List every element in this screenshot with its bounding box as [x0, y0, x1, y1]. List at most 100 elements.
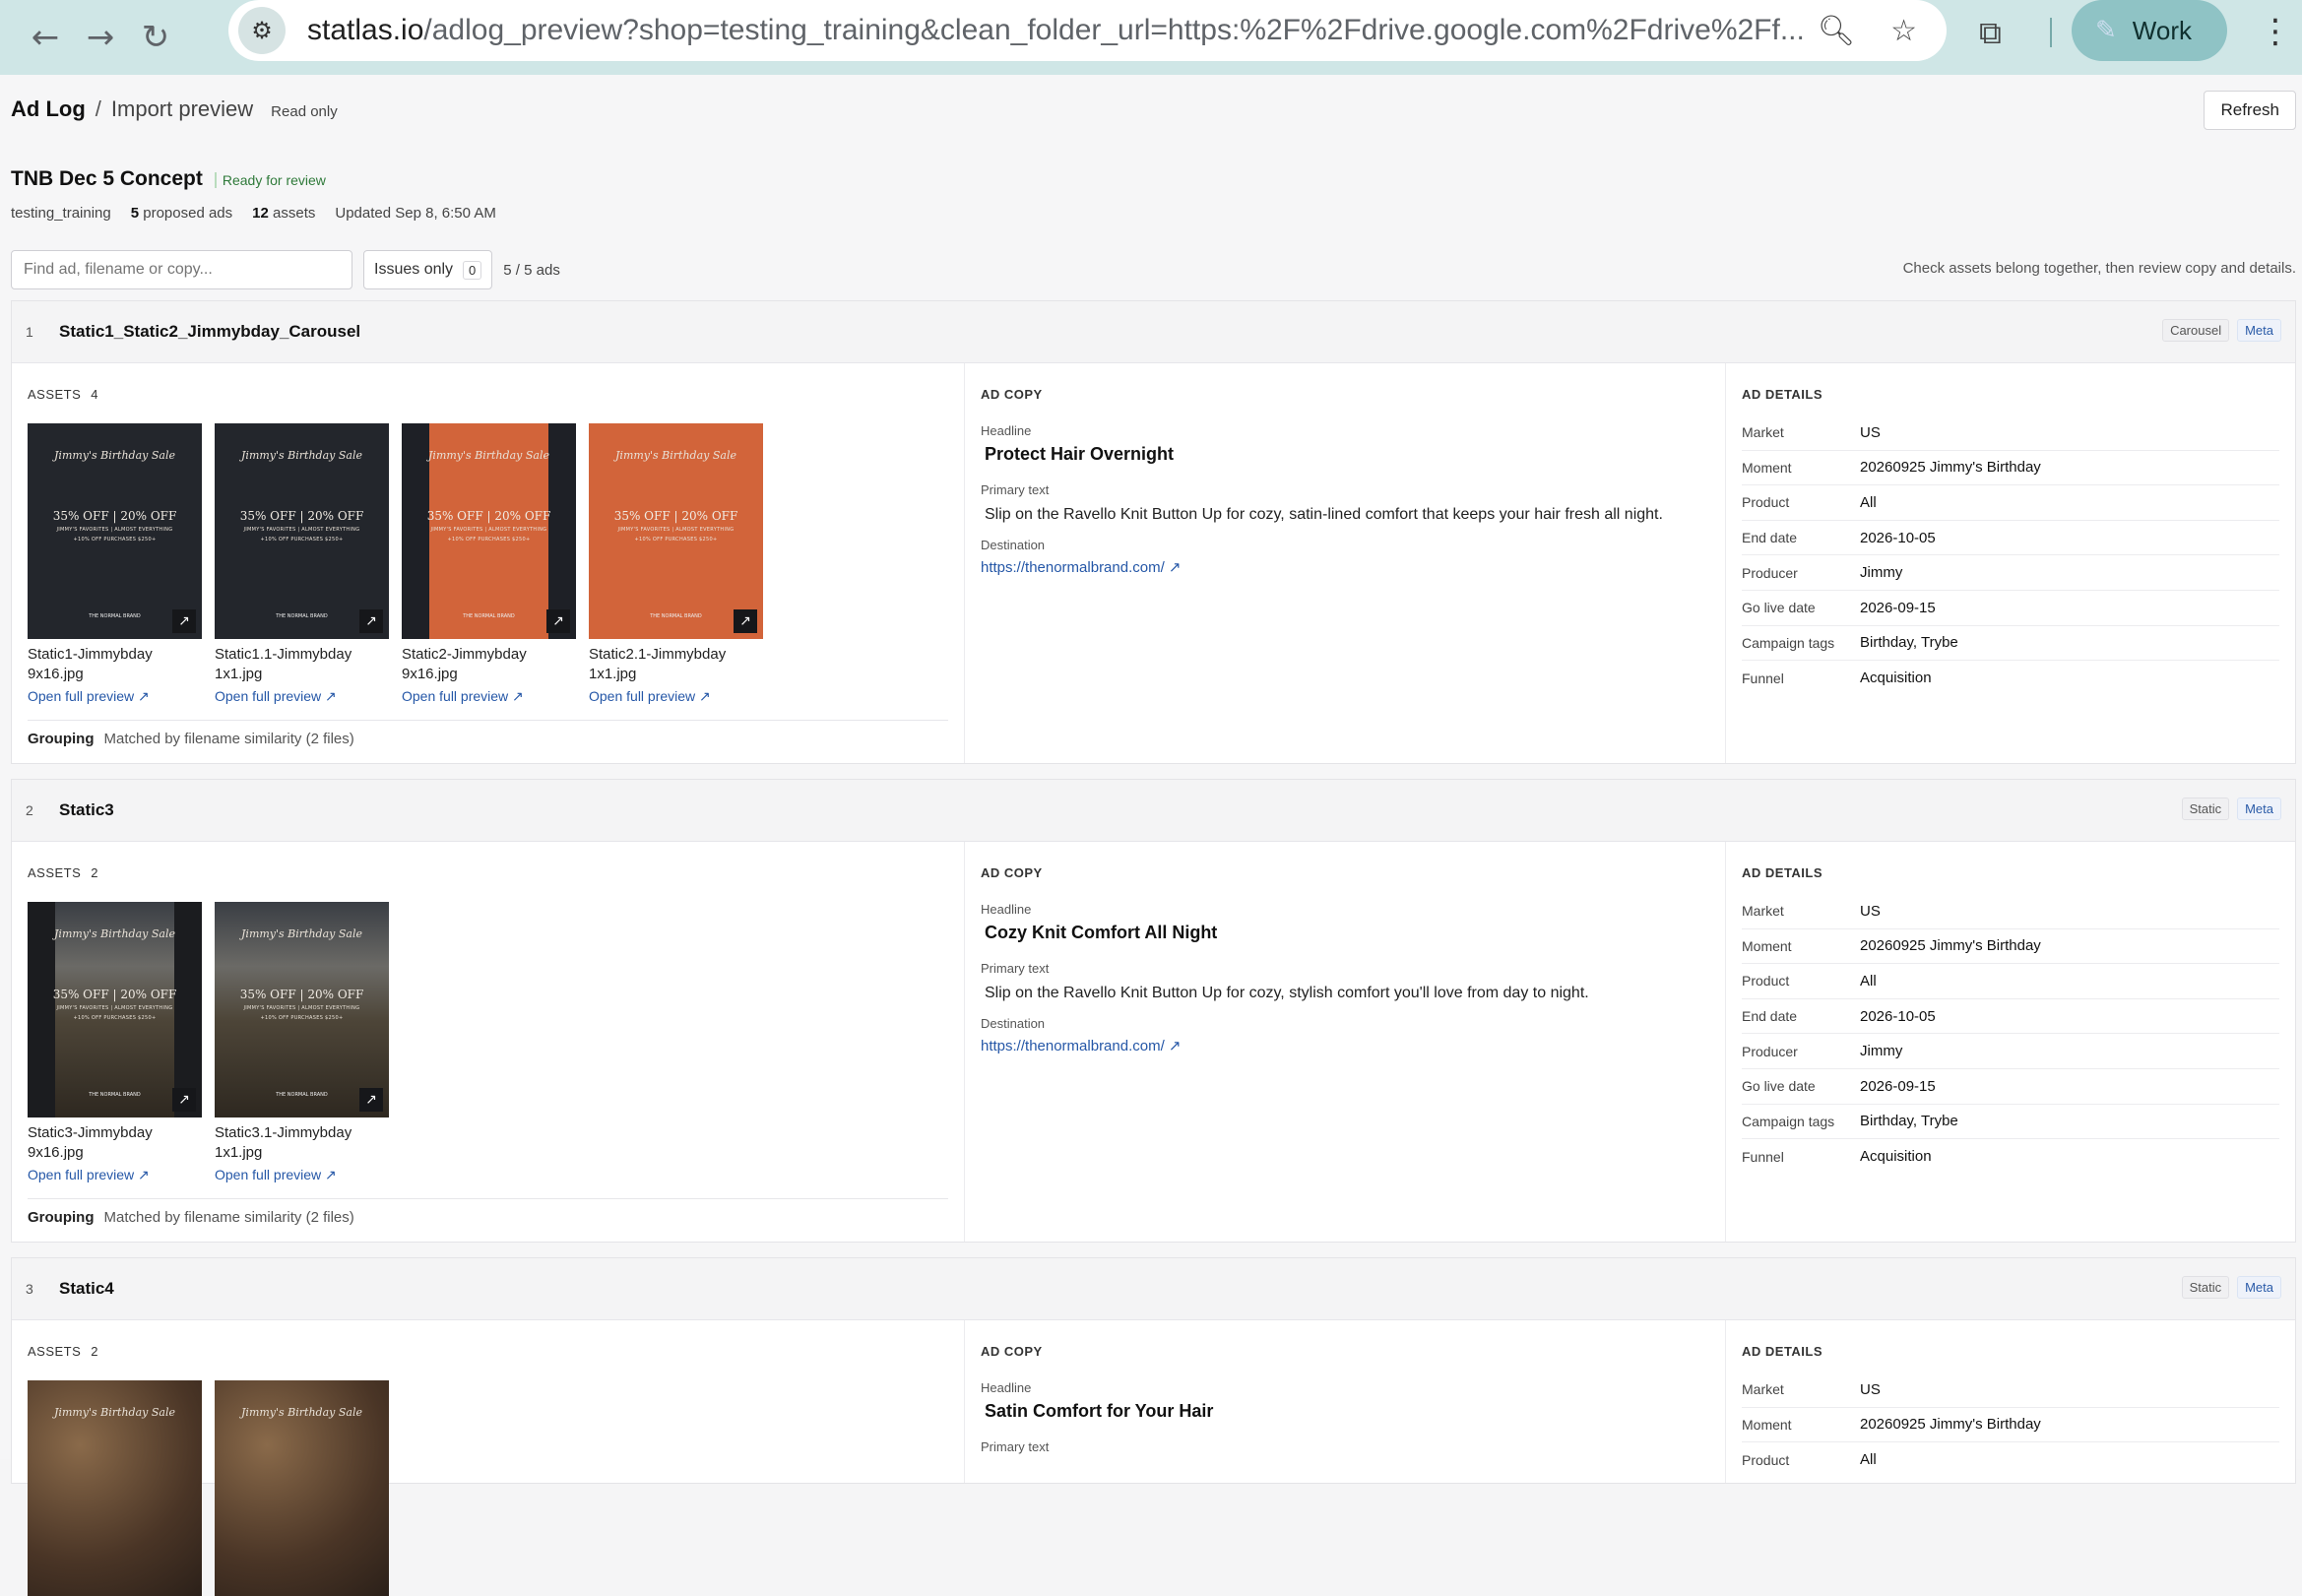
asset-image[interactable]: Jimmy's Birthday Sale 35% OFF | 20% OFF … [215, 902, 389, 1117]
primary-text-label: Primary text [981, 961, 1050, 976]
detail-row: Market US [1742, 894, 2279, 929]
issues-only-label: Issues only [374, 261, 454, 278]
detail-row: Product All [1742, 1451, 1877, 1469]
site-settings-icon[interactable]: ⚙ [238, 7, 286, 54]
asset-thumb: Jimmy's Birthday Sale 35% OFF | 20% OFF … [28, 902, 202, 1183]
asset-image[interactable]: Jimmy's Birthday Sale 35% OFF | 20% OFF … [28, 902, 202, 1117]
open-full-preview-link[interactable]: Open full preview ↗ [215, 1167, 389, 1183]
ad-card-header[interactable]: 3 Static4 Static Meta [12, 1258, 2295, 1320]
ad-details-section: AD DETAILS Market US Moment 20260925 Jimmy… [1726, 1320, 2295, 1483]
profile-button[interactable]: ✎ Work [2072, 0, 2227, 61]
assets-label: ASSETS 2 [28, 1344, 99, 1359]
asset-thumb: Jimmy's Birthday Sale 35% OFF | 20% OFF … [215, 902, 389, 1183]
ad-card: 1 Static1_Static2_Jimmybday_Carousel Car… [11, 300, 2296, 764]
asset-image[interactable]: Jimmy's Birthday Sale 35% OFF | 20% OFF … [589, 423, 763, 639]
issues-only-toggle[interactable]: Issues only 0 [363, 250, 493, 289]
detail-row: Product All [1742, 485, 2279, 521]
detail-row: Moment 20260925 Jimmy's Birthday [1742, 1408, 2279, 1443]
assets-label: ASSETS 2 [28, 865, 99, 880]
destination-link[interactable]: https://thenormalbrand.com/ ↗ [981, 558, 1709, 576]
destination-link[interactable]: https://thenormalbrand.com/ ↗ [981, 1037, 1709, 1054]
expand-icon[interactable]: ↗ [172, 609, 196, 633]
headline-label: Headline [981, 1380, 1032, 1395]
headline-text: Satin Comfort for Your Hair [985, 1401, 1214, 1421]
ad-name: Static1_Static2_Jimmybday_Carousel [59, 322, 361, 341]
breadcrumb-separator: / [95, 96, 101, 121]
toolbar-divider [2050, 18, 2052, 47]
detail-row: Market US [1742, 1373, 2279, 1408]
open-full-preview-link[interactable]: Open full preview ↗ [28, 1167, 202, 1183]
asset-thumb: Jimmy's Birthday Sale 35% OFF | 20% OFF … [28, 423, 202, 705]
expand-icon[interactable]: ↗ [359, 1088, 383, 1112]
browser-toolbar: ← → ↻ ⚙ statlas.io/adlog_preview?shop=te… [0, 0, 2302, 75]
ad-name: Static3 [59, 800, 114, 819]
profile-label: Work [2132, 15, 2192, 45]
asset-thumb: Jimmy's Birthday Sale [215, 1380, 389, 1596]
destination-label: Destination [981, 1016, 1046, 1031]
shop-name: testing_training [11, 205, 111, 222]
asset-filename: Static1.1-Jimmybday 1x1.jpg [215, 646, 352, 682]
expand-icon[interactable]: ↗ [172, 1088, 196, 1112]
ad-number: 3 [26, 1281, 33, 1297]
detail-row: Moment 20260925 Jimmy's Birthday [1742, 929, 2279, 965]
ad-details-label: AD DETAILS [1742, 1344, 1823, 1359]
forward-icon[interactable]: → [79, 16, 122, 59]
read-only-badge: Read only [271, 103, 338, 120]
breadcrumb: Ad Log / Import preview Read only [11, 96, 338, 122]
detail-row: Go live date 2026-09-15 [1742, 1069, 2279, 1105]
detail-row: Producer Jimmy [1742, 555, 2279, 591]
asset-image[interactable]: Jimmy's Birthday Sale [28, 1380, 202, 1596]
back-icon[interactable]: ← [24, 16, 67, 59]
open-full-preview-link[interactable]: Open full preview ↗ [589, 688, 763, 705]
asset-filename: Static2.1-Jimmybday 1x1.jpg [589, 646, 727, 682]
asset-image[interactable]: Jimmy's Birthday Sale 35% OFF | 20% OFF … [215, 423, 389, 639]
browser-menu-icon[interactable]: ⋮ [2259, 12, 2292, 51]
reload-icon[interactable]: ↻ [134, 16, 177, 59]
ad-details-label: AD DETAILS [1742, 387, 1823, 402]
platform-tag: Meta [2237, 319, 2281, 342]
grouping-info: Grouping Matched by filename similarity (… [28, 720, 948, 747]
refresh-button[interactable]: Refresh [2204, 91, 2296, 130]
grouping-info: Grouping Matched by filename similarity (… [28, 1198, 948, 1226]
url-text[interactable]: statlas.io/adlog_preview?shop=testing_tr… [307, 14, 1878, 47]
ad-details-section: AD DETAILS Market US Moment 20260925 Jimmy… [1726, 842, 2295, 1242]
detail-row: Campaign tags Birthday, Trybe [1742, 1105, 2279, 1140]
assets-section: ASSETS 4 Jimmy's Birthday Sale 35% OFF | … [12, 363, 965, 763]
detail-row: End date 2026-10-05 [1742, 999, 2279, 1035]
page-content: Ad Log / Import preview Read only Refres… [0, 75, 2302, 1596]
ad-card-header[interactable]: 1 Static1_Static2_Jimmybday_Carousel Car… [12, 301, 2295, 363]
asset-image[interactable]: Jimmy's Birthday Sale 35% OFF | 20% OFF … [28, 423, 202, 639]
primary-text-label: Primary text [981, 1439, 1050, 1454]
platform-tag: Meta [2237, 1276, 2281, 1299]
expand-icon[interactable]: ↗ [546, 609, 570, 633]
concept-title: TNB Dec 5 Concept [11, 167, 203, 190]
details-list: Market US Moment 20260925 Jimmy's Birthday… [1742, 415, 2279, 696]
detail-row: Campaign tags Birthday, Trybe [1742, 626, 2279, 662]
expand-icon[interactable]: ↗ [359, 609, 383, 633]
zoom-icon[interactable]: 🔍︎ [1818, 14, 1855, 48]
open-full-preview-link[interactable]: Open full preview ↗ [28, 688, 202, 705]
address-bar[interactable]: ⚙ statlas.io/adlog_preview?shop=testing_… [228, 0, 1947, 61]
ad-card-header[interactable]: 2 Static3 Static Meta [12, 780, 2295, 842]
asset-thumb: Jimmy's Birthday Sale 35% OFF | 20% OFF … [215, 423, 389, 705]
extensions-icon[interactable]: ⧉ [1979, 14, 2002, 52]
asset-image[interactable]: Jimmy's Birthday Sale 35% OFF | 20% OFF … [402, 423, 576, 639]
asset-filename: Static3.1-Jimmybday 1x1.jpg [215, 1124, 352, 1161]
headline-text: Protect Hair Overnight [985, 444, 1175, 464]
concept-header: TNB Dec 5 Concept Ready for review [11, 167, 326, 191]
breadcrumb-ad-log[interactable]: Ad Log [11, 96, 86, 122]
ad-card: 3 Static4 Static Meta ASSETS 2 Jimmy's Bi… [11, 1257, 2296, 1596]
asset-thumb: Jimmy's Birthday Sale 35% OFF | 20% OFF … [589, 423, 763, 705]
open-full-preview-link[interactable]: Open full preview ↗ [215, 688, 389, 705]
details-list: Market US Moment 20260925 Jimmy's Birthday… [1742, 1373, 2279, 1478]
asset-image[interactable]: Jimmy's Birthday Sale [215, 1380, 389, 1596]
bookmark-star-icon[interactable]: ☆ [1890, 14, 1917, 48]
asset-thumb: Jimmy's Birthday Sale 35% OFF | 20% OFF … [402, 423, 576, 705]
search-input[interactable] [11, 250, 352, 289]
type-tag: Static [2181, 1276, 2230, 1299]
open-full-preview-link[interactable]: Open full preview ↗ [402, 688, 576, 705]
details-list: Market US Moment 20260925 Jimmy's Birthday… [1742, 894, 2279, 1175]
ad-copy-section: AD COPY Headline Protect Hair Overnight … [965, 363, 1726, 763]
assets-section: ASSETS 2 Jimmy's Birthday Sale 35% OFF | … [12, 842, 965, 1242]
expand-icon[interactable]: ↗ [734, 609, 757, 633]
